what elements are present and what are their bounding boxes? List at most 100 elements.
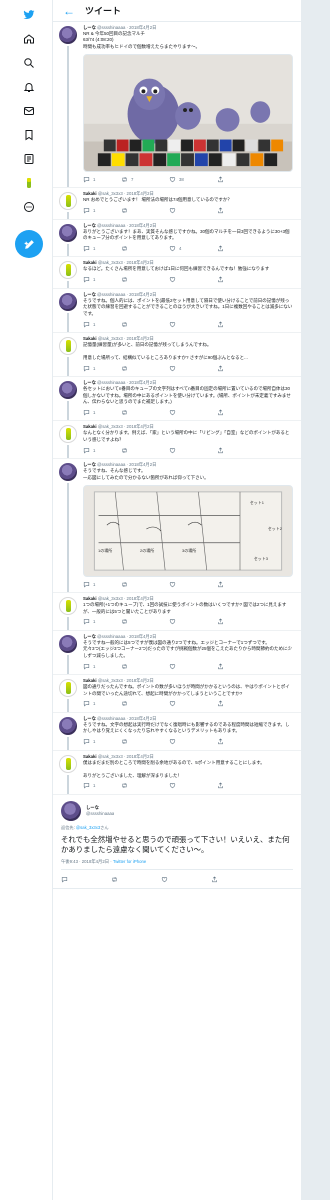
avatar[interactable] xyxy=(59,634,77,653)
reply-button[interactable]: 1 xyxy=(83,321,121,328)
reply-tweet[interactable]: しーな @sssshinaaaa · 2018年4月2日 各セットにおいてn番目… xyxy=(53,377,301,422)
share-button[interactable] xyxy=(217,782,255,789)
like-button[interactable]: 38 xyxy=(169,176,217,183)
reply-tweet[interactable]: しーな @sssshinaaaa · 2018年4月2日 そうですね一般的には5… xyxy=(53,631,301,676)
reply-button[interactable]: 1 xyxy=(83,276,121,283)
retweet-button[interactable] xyxy=(121,782,169,789)
share-button[interactable] xyxy=(217,738,255,745)
share-button[interactable] xyxy=(211,876,249,883)
like-button[interactable] xyxy=(169,618,217,625)
share-button[interactable] xyxy=(217,409,255,416)
like-button[interactable] xyxy=(169,409,217,416)
retweet-button[interactable] xyxy=(121,447,169,454)
share-button[interactable] xyxy=(217,447,255,454)
author-name[interactable]: Sakaki xyxy=(83,596,97,601)
mail-icon[interactable] xyxy=(22,104,36,118)
retweet-button[interactable] xyxy=(121,409,169,416)
avatar[interactable] xyxy=(59,192,77,211)
bookmark-icon[interactable] xyxy=(22,128,36,142)
share-button[interactable] xyxy=(217,207,255,214)
author-name[interactable]: しーな xyxy=(83,25,96,30)
reply-button[interactable]: 1 xyxy=(83,618,121,625)
reply-button[interactable]: 1 xyxy=(83,365,121,372)
avatar[interactable] xyxy=(59,716,77,735)
profile-icon[interactable] xyxy=(22,176,36,190)
like-button[interactable] xyxy=(169,700,217,707)
reply-tweet[interactable]: Sakaki @sak_3x3x3 · 2018年4月2日 僕はまだまだ別のとこ… xyxy=(53,751,301,795)
author-handle[interactable]: @sssshinaaaa xyxy=(86,811,114,816)
avatar[interactable] xyxy=(59,425,77,444)
share-button[interactable] xyxy=(217,176,255,183)
like-button[interactable] xyxy=(169,581,217,588)
avatar[interactable] xyxy=(59,754,77,773)
author-name[interactable]: Sakaki xyxy=(83,424,97,429)
retweet-button[interactable]: 7 xyxy=(121,176,169,183)
retweet-button[interactable] xyxy=(121,321,169,328)
avatar[interactable] xyxy=(59,463,77,482)
avatar[interactable] xyxy=(59,381,77,400)
back-arrow-icon[interactable]: ← xyxy=(63,4,79,18)
share-button[interactable] xyxy=(217,700,255,707)
share-button[interactable] xyxy=(217,321,255,328)
like-button[interactable]: 4 xyxy=(169,245,217,252)
like-button[interactable] xyxy=(161,876,211,883)
avatar[interactable] xyxy=(59,292,77,311)
retweet-button[interactable] xyxy=(121,245,169,252)
avatar[interactable] xyxy=(61,800,81,821)
search-icon[interactable] xyxy=(22,56,36,70)
retweet-button[interactable] xyxy=(121,700,169,707)
avatar[interactable] xyxy=(59,679,77,698)
reply-button[interactable]: 1 xyxy=(83,738,121,745)
reply-tweet[interactable]: Sakaki @sak_3x3x3 · 2018年4月2日 NR おめでとうござ… xyxy=(53,188,301,220)
root-tweet[interactable]: しーな @sssshinaaaa · 2018年4月2日 NR & 今年50回目… xyxy=(53,22,301,189)
compose-icon[interactable] xyxy=(15,230,43,258)
reply-tweet[interactable]: しーな @sssshinaaaa · 2018年4月2日 ありがとうございます！… xyxy=(53,220,301,258)
like-button[interactable] xyxy=(169,365,217,372)
reply-tweet[interactable]: Sakaki @sak_3x3x3 · 2018年4月2日 図の通りだったんです… xyxy=(53,675,301,713)
author-name[interactable]: しーな xyxy=(83,223,96,228)
twitter-logo-icon[interactable] xyxy=(22,8,36,22)
reply-button[interactable]: 1 xyxy=(83,700,121,707)
author-name[interactable]: Sakaki xyxy=(83,754,97,759)
avatar[interactable] xyxy=(59,223,77,242)
author-name[interactable]: Sakaki xyxy=(83,260,97,265)
tweet-photo[interactable]: 1の場所 2の場所 3の場所 セット1 セット2 セット3 xyxy=(83,485,293,578)
avatar[interactable] xyxy=(59,337,77,356)
client-link[interactable]: Twitter for iPhone xyxy=(113,859,146,864)
author-name[interactable]: しーな xyxy=(83,462,96,467)
retweet-button[interactable] xyxy=(121,663,169,670)
share-button[interactable] xyxy=(217,581,255,588)
like-button[interactable] xyxy=(169,782,217,789)
reply-tweet[interactable]: Sakaki @sak_3x3x3 · 2018年4月2日 記憶量(練習量)が多… xyxy=(53,333,301,378)
more-icon[interactable] xyxy=(22,200,36,214)
author-name[interactable]: しーな xyxy=(86,805,99,810)
avatar[interactable] xyxy=(59,261,77,280)
retweet-button[interactable] xyxy=(121,738,169,745)
avatar[interactable] xyxy=(59,597,77,616)
reply-button[interactable]: 1 xyxy=(83,176,121,183)
reply-button[interactable]: 1 xyxy=(83,782,121,789)
author-name[interactable]: しーな xyxy=(83,634,96,639)
like-button[interactable] xyxy=(169,276,217,283)
author-name[interactable]: しーな xyxy=(83,292,96,297)
reply-tweet[interactable]: しーな @sssshinaaaa · 2018年4月2日 そうですね、そんな感じ… xyxy=(53,459,301,594)
retweet-button[interactable] xyxy=(121,581,169,588)
list-icon[interactable] xyxy=(22,152,36,166)
author-name[interactable]: Sakaki xyxy=(83,191,97,196)
reply-tweet[interactable]: しーな @sssshinaaaa · 2018年4月2日 そうですね。文字の想起… xyxy=(53,713,301,751)
reply-button[interactable]: 1 xyxy=(83,581,121,588)
author-name[interactable]: しーな xyxy=(83,380,96,385)
bell-icon[interactable] xyxy=(22,80,36,94)
like-button[interactable] xyxy=(169,207,217,214)
retweet-button[interactable] xyxy=(121,618,169,625)
reply-button[interactable]: 1 xyxy=(83,447,121,454)
share-button[interactable] xyxy=(217,663,255,670)
retweet-button[interactable] xyxy=(121,207,169,214)
retweet-button[interactable] xyxy=(121,276,169,283)
tweet-photo[interactable] xyxy=(83,54,293,173)
reply-tweet[interactable]: Sakaki @sak_3x3x3 · 2018年4月2日 なんとなく分かります… xyxy=(53,421,301,460)
home-icon[interactable] xyxy=(22,32,36,46)
like-button[interactable] xyxy=(169,663,217,670)
author-name[interactable]: Sakaki xyxy=(83,336,97,341)
share-button[interactable] xyxy=(217,276,255,283)
